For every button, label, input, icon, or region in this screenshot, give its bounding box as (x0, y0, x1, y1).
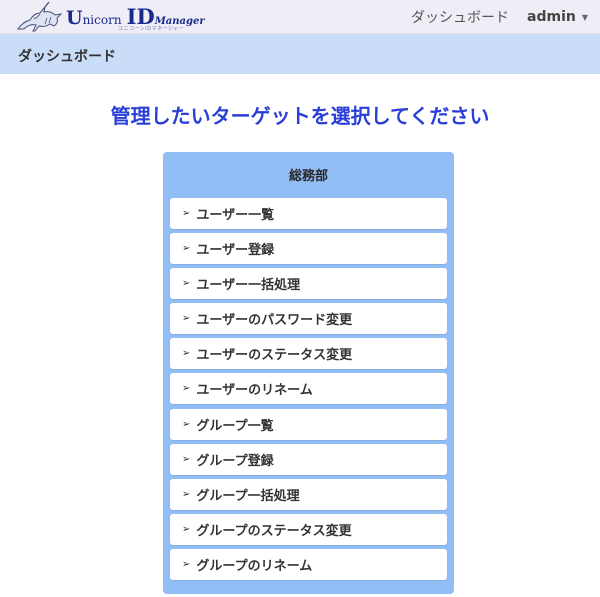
page-title: 管理したいターゲットを選択してください (110, 104, 490, 128)
breadcrumb: ダッシュボード (18, 49, 116, 65)
menu-item-label: ユーザー一覧 (196, 208, 275, 223)
menu-item[interactable]: ➢ ユーザーのリネーム (170, 373, 447, 405)
arrow-right-icon: ➢ (182, 243, 191, 255)
panel-title: 総務部 (288, 169, 328, 184)
menu-list: ➢ ユーザー一覧 ➢ ユーザー登録 ➢ ユーザー一括処理 ➢ ユーザーのパスワード変更 ➢ ユーザ… (170, 198, 447, 584)
menu-item-label: ユーザーのパスワード変更 (196, 313, 353, 329)
target-panel: 総務部 ➢ ユーザー一覧 ➢ ユーザー登録 ➢ ユーザー一括処理 ➢ ユーザーのパスワード変更… (163, 152, 454, 594)
menu-item[interactable]: ➢ グループのリネーム (170, 548, 447, 580)
menu-item[interactable]: ➢ ユーザーのパスワード変更 (170, 303, 447, 335)
menu-item-label: ユーザーのステータス変更 (196, 348, 353, 364)
arrow-right-icon: ➢ (182, 208, 191, 219)
user-menu-label: admin (527, 9, 576, 25)
arrow-right-icon: ➢ (182, 313, 191, 325)
arrow-right-icon: ➢ (182, 488, 191, 500)
user-menu-dropdown[interactable]: admin ▼ (527, 9, 588, 25)
menu-item[interactable]: ➢ グループのステータス変更 (170, 513, 447, 545)
menu-item[interactable]: ➢ グループ一括処理 (170, 478, 447, 510)
menu-item[interactable]: ➢ ユーザー登録 (170, 233, 447, 265)
caret-down-icon: ▼ (581, 12, 588, 22)
menu-item-label: グループ登録 (196, 453, 274, 469)
arrow-right-icon: ➢ (182, 418, 191, 430)
menu-item[interactable]: ➢ グループ登録 (170, 443, 447, 475)
menu-item-label: ユーザー登録 (196, 243, 275, 259)
logo-nicorn-text: nicorn (82, 13, 122, 27)
menu-item-label: ユーザーのリネーム (196, 383, 313, 399)
menu-item-label: ユーザー一括処理 (196, 278, 301, 294)
top-navbar: Unicorn IDManager ユニコーンIDマネージャー ダッシュボード … (0, 0, 600, 34)
logo-letter-u: U (66, 7, 83, 29)
menu-item-label: グループのリネーム (196, 558, 313, 574)
unicorn-logo-icon (17, 1, 63, 32)
app-logo[interactable]: Unicorn IDManager ユニコーンIDマネージャー (14, 1, 205, 33)
breadcrumb-bar: ダッシュボード (0, 34, 600, 74)
arrow-right-icon: ➢ (182, 558, 191, 570)
arrow-right-icon: ➢ (182, 278, 191, 290)
arrow-right-icon: ➢ (182, 348, 191, 360)
menu-item-label: グループ一括処理 (196, 488, 300, 504)
arrow-right-icon: ➢ (182, 383, 191, 395)
menu-item[interactable]: ➢ ユーザー一括処理 (170, 268, 447, 300)
menu-item-label: グループのステータス変更 (196, 523, 352, 539)
menu-item[interactable]: ➢ ユーザーのステータス変更 (170, 338, 447, 370)
logo-subtitle: ユニコーンIDマネージャー (118, 26, 185, 32)
menu-item[interactable]: ➢ グループ一覧 (170, 408, 447, 440)
arrow-right-icon: ➢ (182, 453, 191, 465)
arrow-right-icon: ➢ (182, 523, 191, 535)
nav-dashboard-link[interactable]: ダッシュボード (411, 7, 509, 27)
menu-item[interactable]: ➢ ユーザー一覧 (170, 198, 447, 229)
menu-item-label: グループ一覧 (196, 418, 274, 434)
nav-right: ダッシュボード admin ▼ (411, 0, 588, 34)
